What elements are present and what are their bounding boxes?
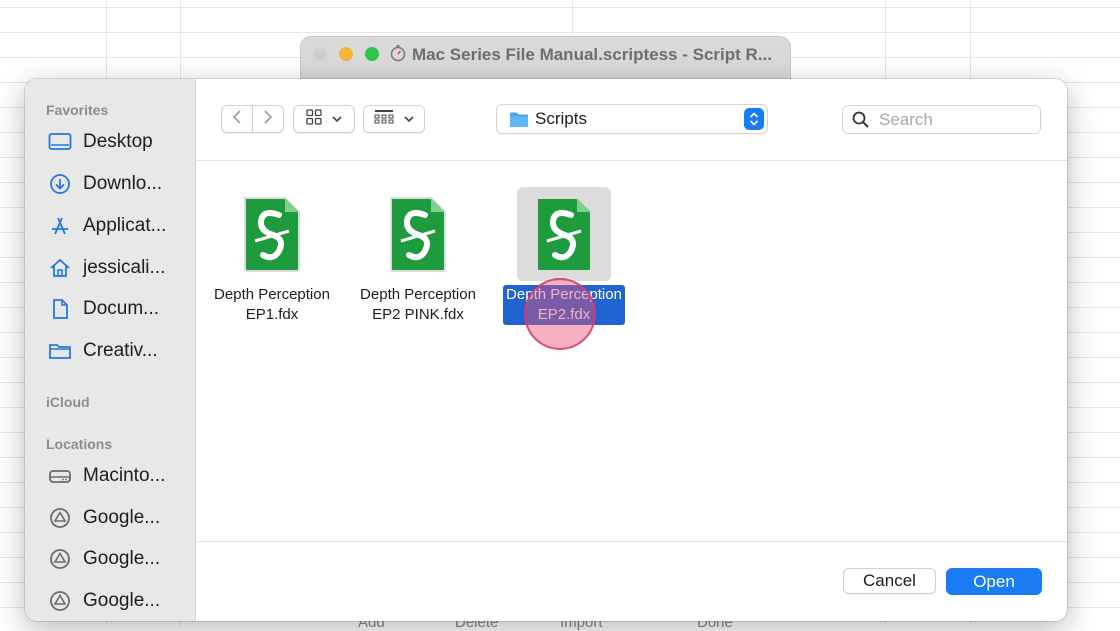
google-drive-icon [47,506,73,530]
search-input[interactable] [877,108,1031,131]
google-drive-icon [47,547,73,571]
sidebar-item-documents[interactable]: Docum... [47,295,192,323]
file-name: Depth Perception EP2 PINK.fdx [360,286,476,323]
document-icon [47,297,73,321]
file-item-ep1[interactable]: Depth Perception EP1.fdx [202,187,342,325]
fdx-file-icon [517,187,611,281]
sidebar-item-label: Google... [83,590,161,611]
folder-select-value: Scripts [535,109,587,128]
sidebar-item-desktop[interactable]: Desktop [47,128,192,156]
folder-icon [509,111,529,128]
sidebar-item-label: Docum... [83,298,160,319]
parent-window-title: Mac Series File Manual.scriptess - Scrip… [390,44,785,66]
icloud-header: iCloud [46,394,90,410]
sidebar-item-label: Desktop [83,131,153,152]
search-icon [852,111,869,128]
view-mode-button[interactable] [293,105,355,133]
sidebar-item-label: Downlo... [83,173,163,194]
sidebar: Favorites Desktop Downlo... Applicat... … [25,79,196,621]
file-item-ep2-pink[interactable]: Depth Perception EP2 PINK.fdx [348,187,488,325]
sidebar-item-google-drive-1[interactable]: Google... [47,504,192,532]
chevron-right-icon [263,109,273,129]
google-drive-icon [47,589,73,613]
stopwatch-icon [390,44,406,66]
dialog-toolbar: Scripts [196,79,1067,161]
desktop-icon [47,130,73,154]
group-grid-icon [374,109,394,130]
favorites-header: Favorites [46,102,109,118]
folder-icon [47,339,73,363]
back-button[interactable] [221,105,253,133]
open-file-dialog: Favorites Desktop Downlo... Applicat... … [25,79,1067,621]
sidebar-item-applications[interactable]: Applicat... [47,212,192,240]
open-button[interactable]: Open [946,568,1042,595]
file-browser: Depth Perception EP1.fdx Depth Perception… [196,161,1067,541]
sidebar-item-creative[interactable]: Creativ... [47,337,192,365]
chevron-down-icon [404,110,414,128]
applications-icon [47,214,73,238]
parent-window-title-text: Mac Series File Manual.scriptess - Scrip… [412,45,772,64]
sidebar-item-label: Applicat... [83,215,167,236]
sidebar-item-google-drive-2[interactable]: Google... [47,545,192,573]
cancel-button[interactable]: Cancel [843,568,936,594]
sidebar-item-label: Google... [83,548,161,569]
sidebar-item-google-drive-3[interactable]: Google... [47,587,192,615]
up-down-chevron-icon [744,108,764,130]
sidebar-item-label: Macinto... [83,465,166,486]
file-item-ep2[interactable]: Depth Perception EP2.fdx [494,187,634,325]
sidebar-item-downloads[interactable]: Downlo... [47,170,192,198]
forward-button[interactable] [252,105,284,133]
search-field[interactable] [842,105,1041,134]
close-window-button[interactable] [313,47,327,61]
group-by-button[interactable] [363,105,425,133]
minimize-window-button[interactable] [339,47,353,61]
locations-header: Locations [46,436,113,452]
sidebar-item-macintosh-hd[interactable]: Macinto... [47,462,192,490]
folder-location-select[interactable]: Scripts [496,104,768,134]
sidebar-item-label: Creativ... [83,340,158,361]
sidebar-item-home[interactable]: jessicali... [47,254,192,282]
sidebar-item-label: Google... [83,507,161,528]
fdx-file-icon [225,187,319,281]
chevron-down-icon [332,110,342,128]
file-name: Depth Perception EP2.fdx [503,285,625,325]
dialog-footer: Cancel Open [196,541,1067,621]
chevron-left-icon [232,109,242,129]
zoom-window-button[interactable] [365,47,379,61]
download-icon [47,172,73,196]
home-icon [47,256,73,280]
hard-drive-icon [47,464,73,488]
icon-grid-icon [306,108,322,130]
sidebar-item-label: jessicali... [83,257,166,278]
file-name: Depth Perception EP1.fdx [214,286,330,323]
fdx-file-icon [371,187,465,281]
